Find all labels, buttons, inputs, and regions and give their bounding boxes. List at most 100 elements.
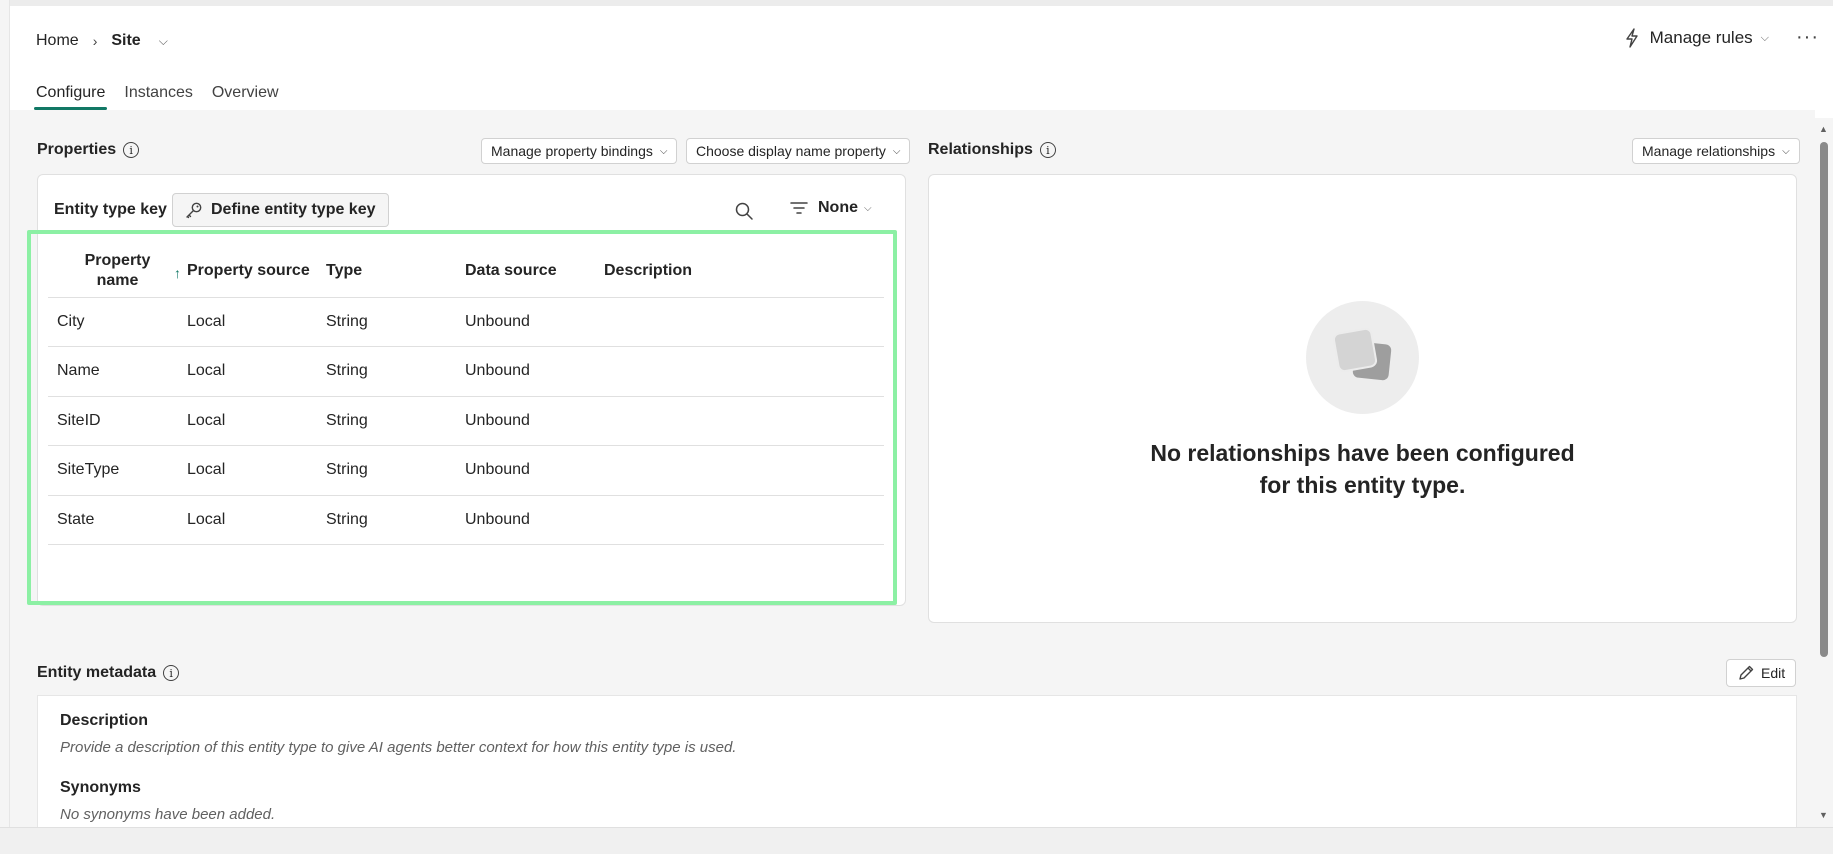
empty-state-line-2: for this entity type. xyxy=(1259,472,1466,498)
cell-data-source: Unbound xyxy=(465,396,604,446)
properties-title: Properties i xyxy=(37,141,140,159)
sort-ascending-icon[interactable]: ↑ xyxy=(174,265,181,281)
manage-property-bindings-button[interactable]: Manage property bindings ⌵ xyxy=(481,138,678,164)
table-row[interactable]: SiteType Local String Unbound xyxy=(48,445,884,496)
pencil-icon xyxy=(1737,664,1755,682)
manage-relationships-label: Manage relationships xyxy=(1642,143,1776,159)
entity-type-key-label: Entity type key xyxy=(54,201,167,218)
entity-metadata-title-text: Entity metadata xyxy=(37,664,157,681)
edit-button[interactable]: Edit xyxy=(1726,659,1797,687)
search-icon[interactable] xyxy=(734,201,754,226)
synonyms-heading: Synonyms xyxy=(60,779,141,796)
tab-list: Configure Instances Overview xyxy=(33,84,298,110)
cell-property-name: City xyxy=(48,297,187,347)
cell-property-source: Local xyxy=(187,396,326,446)
manage-property-bindings-label: Manage property bindings xyxy=(491,143,653,159)
chevron-down-icon: ⌵ xyxy=(892,145,901,157)
cell-type: String xyxy=(326,396,465,446)
chevron-down-icon: ⌵ xyxy=(659,145,668,157)
entity-metadata-card: Description Provide a description of thi… xyxy=(37,695,1797,827)
table-row[interactable]: SiteID Local String Unbound xyxy=(48,396,884,446)
filter-label: None xyxy=(818,199,858,216)
cell-property-source: Local xyxy=(187,346,326,397)
breadcrumb: Home › Site ⌵ xyxy=(36,32,168,50)
cell-type: String xyxy=(326,445,465,496)
column-header-type[interactable]: Type xyxy=(326,246,465,298)
chevron-down-icon[interactable]: ⌵ xyxy=(159,34,168,49)
info-icon[interactable]: i xyxy=(163,665,180,681)
cell-property-source: Local xyxy=(187,495,326,545)
entity-metadata-title: Entity metadata i xyxy=(37,664,180,682)
properties-table: Property name ↑ Property source Type Dat… xyxy=(48,246,884,545)
cell-data-source: Unbound xyxy=(465,445,604,496)
column-header-label: Property name xyxy=(84,252,151,290)
vertical-scrollbar[interactable]: ▲ ▼ xyxy=(1815,118,1833,827)
chevron-down-icon: ⌵ xyxy=(864,202,872,214)
chevron-down-icon: ⌵ xyxy=(1782,145,1790,157)
synonyms-text: No synonyms have been added. xyxy=(60,806,276,823)
scroll-up-icon[interactable]: ▲ xyxy=(1819,124,1828,134)
more-options-icon[interactable]: ··· xyxy=(1796,26,1819,49)
choose-display-name-label: Choose display name property xyxy=(696,143,886,159)
cell-description xyxy=(604,445,884,496)
table-row[interactable]: Name Local String Unbound xyxy=(48,346,884,397)
relationships-card: No relationships have been configured fo… xyxy=(928,174,1797,623)
cell-type: String xyxy=(326,495,465,545)
chevron-down-icon: ⌵ xyxy=(1760,31,1769,44)
empty-state: No relationships have been configured fo… xyxy=(929,175,1796,622)
column-header-property-name[interactable]: Property name ↑ xyxy=(48,246,187,298)
manage-rules-button[interactable]: Manage rules ⌵ xyxy=(1622,28,1769,48)
empty-state-illustration xyxy=(1306,301,1419,414)
cell-property-name: SiteID xyxy=(48,396,187,446)
define-entity-type-key-label: Define entity type key xyxy=(211,201,376,218)
cell-data-source: Unbound xyxy=(465,346,604,397)
table-row[interactable]: City Local String Unbound xyxy=(48,297,884,347)
breadcrumb-current[interactable]: Site xyxy=(111,32,140,50)
cell-type: String xyxy=(326,297,465,347)
tab-instances[interactable]: Instances xyxy=(124,84,192,110)
left-edge xyxy=(0,0,10,854)
cell-property-source: Local xyxy=(187,297,326,347)
cell-property-name: SiteType xyxy=(48,445,187,496)
chevron-right-icon: › xyxy=(92,33,98,49)
cell-property-name: Name xyxy=(48,346,187,397)
cell-description xyxy=(604,297,884,347)
relationships-title-text: Relationships xyxy=(928,141,1033,158)
manage-relationships-button[interactable]: Manage relationships ⌵ xyxy=(1632,138,1800,164)
table-row[interactable]: State Local String Unbound xyxy=(48,495,884,545)
column-header-property-source[interactable]: Property source xyxy=(187,246,326,298)
filter-icon xyxy=(790,201,808,215)
cell-property-name: State xyxy=(48,495,187,545)
cell-description xyxy=(604,346,884,397)
info-icon[interactable]: i xyxy=(1039,142,1056,158)
tab-configure[interactable]: Configure xyxy=(33,84,108,110)
bottom-bar xyxy=(0,827,1833,854)
page-header: Home › Site ⌵ Manage rules ⌵ ··· Configu… xyxy=(10,6,1833,110)
breadcrumb-home[interactable]: Home xyxy=(36,32,79,50)
properties-title-text: Properties xyxy=(37,141,117,158)
empty-state-line-1: No relationships have been configured xyxy=(1150,440,1575,466)
key-icon xyxy=(185,201,203,219)
description-text: Provide a description of this entity typ… xyxy=(60,739,737,756)
column-header-data-source[interactable]: Data source xyxy=(465,246,604,298)
manage-rules-label: Manage rules xyxy=(1649,28,1753,47)
define-entity-type-key-button[interactable]: Define entity type key xyxy=(172,193,389,227)
info-icon[interactable]: i xyxy=(123,142,140,158)
description-heading: Description xyxy=(60,712,149,729)
scroll-thumb[interactable] xyxy=(1820,142,1828,657)
edit-label: Edit xyxy=(1761,665,1786,681)
filter-dropdown[interactable]: None ⌵ xyxy=(790,199,872,217)
column-header-description[interactable]: Description xyxy=(604,246,884,298)
cell-property-source: Local xyxy=(187,445,326,496)
tab-overview[interactable]: Overview xyxy=(212,84,279,110)
cell-type: String xyxy=(326,346,465,397)
cell-data-source: Unbound xyxy=(465,495,604,545)
cell-description xyxy=(604,396,884,446)
lightning-icon xyxy=(1622,28,1642,48)
choose-display-name-button[interactable]: Choose display name property ⌵ xyxy=(686,138,911,164)
cell-description xyxy=(604,495,884,545)
relationships-title: Relationships i xyxy=(928,141,1056,159)
scroll-down-icon[interactable]: ▼ xyxy=(1819,810,1828,820)
table-header-row: Property name ↑ Property source Type Dat… xyxy=(48,246,884,298)
cell-data-source: Unbound xyxy=(465,297,604,347)
